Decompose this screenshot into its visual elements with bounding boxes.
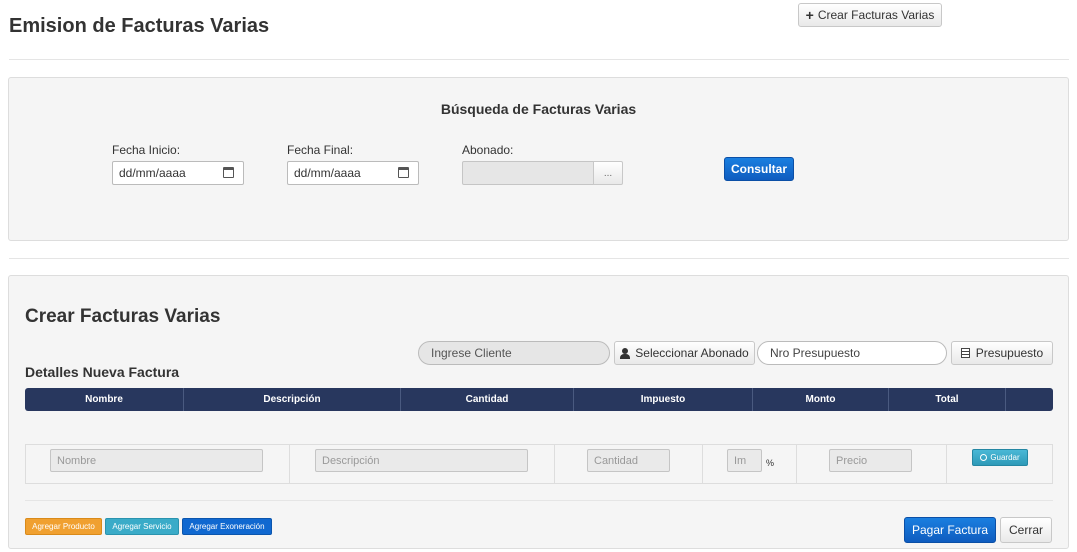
divider <box>25 500 1053 501</box>
column-header-monto: Monto <box>753 388 889 411</box>
column-header-actions <box>1006 388 1053 411</box>
presupuesto-button[interactable]: Presupuesto <box>951 341 1053 365</box>
consultar-button[interactable]: Consultar <box>724 157 794 181</box>
fecha-final-label: Fecha Final: <box>287 143 354 157</box>
nombre-field[interactable]: Nombre <box>50 449 263 472</box>
create-facturas-button[interactable]: + Crear Facturas Varias <box>798 3 942 27</box>
column-header-descripcion: Descripción <box>184 388 401 411</box>
create-title: Crear Facturas Varias <box>25 306 221 327</box>
cliente-input[interactable]: Ingrese Cliente <box>418 341 610 365</box>
detalles-title: Detalles Nueva Factura <box>25 364 180 380</box>
precio-field[interactable]: Precio <box>829 449 912 472</box>
save-icon <box>980 454 988 461</box>
presupuesto-input[interactable]: Nro Presupuesto <box>757 341 947 365</box>
agregar-servicio-button[interactable]: Agregar Servicio <box>105 518 179 535</box>
plus-icon: + <box>805 7 814 23</box>
calendar-icon[interactable] <box>223 167 234 178</box>
divider <box>9 258 1069 259</box>
seleccionar-abonado-button[interactable]: Seleccionar Abonado <box>614 341 755 365</box>
agregar-exoneracion-button[interactable]: Agregar Exoneración <box>182 518 272 535</box>
fecha-inicio-input[interactable]: dd/mm/aaaa <box>112 161 244 185</box>
cantidad-field[interactable]: Cantidad <box>587 449 670 472</box>
abonado-label: Abonado: <box>462 143 514 157</box>
agregar-producto-button[interactable]: Agregar Producto <box>25 518 102 535</box>
page-title: Emision de Facturas Varias <box>9 15 270 37</box>
abonado-input[interactable] <box>462 161 594 185</box>
descripcion-field[interactable]: Descripción <box>315 449 528 472</box>
impuesto-field[interactable]: Im <box>727 449 762 472</box>
divider <box>9 59 1069 60</box>
calendar-icon[interactable] <box>398 167 409 178</box>
cerrar-button[interactable]: Cerrar <box>1000 517 1052 543</box>
column-header-nombre: Nombre <box>25 388 184 411</box>
table-row: Nombre Descripción Cantidad Im % Precio … <box>25 444 1053 484</box>
column-header-impuesto: Impuesto <box>574 388 753 411</box>
column-header-cantidad: Cantidad <box>401 388 574 411</box>
calculator-icon <box>960 348 970 358</box>
abonado-browse-button[interactable]: ... <box>593 161 623 185</box>
user-icon <box>620 347 631 359</box>
fecha-inicio-label: Fecha Inicio: <box>112 143 181 157</box>
column-header-total: Total <box>889 388 1006 411</box>
fecha-final-input[interactable]: dd/mm/aaaa <box>287 161 419 185</box>
table-header: Nombre Descripción Cantidad Impuesto Mon… <box>25 388 1053 411</box>
guardar-button[interactable]: Guardar <box>972 449 1028 466</box>
search-title: Búsqueda de Facturas Varias <box>440 101 637 117</box>
pagar-factura-button[interactable]: Pagar Factura <box>904 517 996 543</box>
percent-label: % <box>766 458 775 468</box>
